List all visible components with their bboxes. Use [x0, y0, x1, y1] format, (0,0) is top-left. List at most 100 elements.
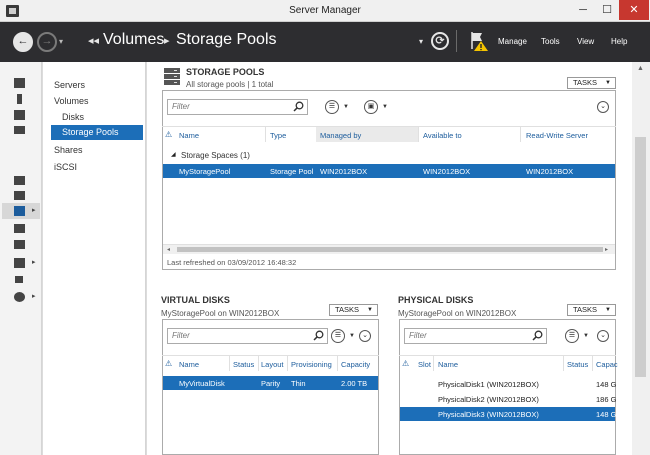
pdisk-capacity-cell: 148 G — [596, 380, 617, 389]
horizontal-scroll-thumb[interactable] — [177, 247, 603, 252]
column-separator — [563, 356, 564, 371]
tree-item-storage-pools[interactable]: Storage Pools — [51, 125, 143, 140]
search-icon[interactable] — [293, 101, 304, 112]
column-slot[interactable]: Slot — [418, 360, 431, 369]
menu-tools[interactable]: Tools — [541, 37, 560, 46]
filter-criteria-icon[interactable]: ☰ — [565, 329, 579, 343]
virtual-disks-title: VIRTUAL DISKS — [161, 295, 230, 305]
column-status[interactable]: Status — [567, 360, 588, 369]
tree-item-servers[interactable]: Servers — [54, 78, 85, 93]
scroll-left-icon[interactable]: ◂ — [167, 246, 170, 253]
menu-help[interactable]: Help — [611, 37, 627, 46]
column-name[interactable]: Name — [438, 360, 458, 369]
expand-arrow-icon[interactable]: ▸ — [32, 292, 36, 300]
minimize-button[interactable]: ─ — [571, 0, 595, 20]
warning-column-icon: ⚠ — [165, 130, 173, 139]
tasks-dropdown-icon: ▼ — [605, 307, 611, 313]
print-services-icon[interactable] — [14, 240, 25, 249]
tree-item-iscsi[interactable]: iSCSI — [54, 160, 77, 175]
tree-item-volumes[interactable]: Volumes — [54, 94, 89, 109]
dns-icon[interactable] — [14, 191, 25, 200]
warning-column-icon: ⚠ — [402, 359, 410, 368]
column-layout[interactable]: Layout — [261, 360, 284, 369]
storage-pools-tasks-button[interactable]: TASKS ▼ — [567, 77, 616, 89]
filter-criteria-icon[interactable]: ☰ — [325, 100, 339, 114]
expand-collapse-icon[interactable]: ⌄ — [597, 330, 609, 342]
tree-item-disks[interactable]: Disks — [62, 110, 84, 125]
remote-access-icon[interactable] — [14, 258, 25, 268]
save-query-icon[interactable]: ▣ — [364, 100, 378, 114]
virtual-disks-tasks-button[interactable]: TASKS ▼ — [329, 304, 378, 316]
expand-collapse-icon[interactable]: ⌄ — [359, 330, 371, 342]
notifications-flag-warning-icon[interactable] — [468, 30, 490, 52]
pdisk-name-cell[interactable]: PhysicalDisk2 (WIN2012BOX) — [438, 395, 539, 404]
scroll-up-icon[interactable]: ▲ — [637, 65, 644, 72]
scroll-right-icon[interactable]: ▸ — [605, 246, 608, 253]
column-name[interactable]: Name — [179, 131, 199, 140]
pdisk-name-cell[interactable]: PhysicalDisk1 (WIN2012BOX) — [438, 380, 539, 389]
vdisk-layout-cell: Parity — [261, 379, 281, 388]
local-server-icon[interactable] — [17, 94, 22, 104]
breadcrumb-volumes[interactable]: Volumes — [103, 31, 164, 49]
menu-view[interactable]: View — [577, 37, 594, 46]
column-managed-by[interactable]: Managed by — [320, 131, 361, 140]
group-storage-spaces[interactable]: Storage Spaces (1) — [181, 151, 250, 160]
column-capacity[interactable]: Capac — [596, 360, 618, 369]
column-separator — [520, 127, 521, 142]
dashboard-icon[interactable] — [14, 78, 25, 88]
dhcp-icon[interactable] — [14, 176, 25, 185]
tree-item-shares[interactable]: Shares — [54, 143, 83, 158]
forward-button[interactable]: → — [37, 32, 57, 52]
column-separator — [258, 356, 259, 371]
main-vertical-scrollbar[interactable]: ▲ — [632, 62, 650, 455]
back-button[interactable]: ← — [13, 32, 33, 52]
maximize-button[interactable]: ☐ — [595, 0, 619, 20]
pdisk-name-cell: PhysicalDisk3 (WIN2012BOX) — [438, 410, 539, 419]
filter-criteria-dropdown-icon[interactable]: ▼ — [583, 333, 589, 339]
filter-criteria-dropdown-icon[interactable]: ▼ — [343, 104, 349, 110]
all-servers-icon[interactable] — [14, 110, 25, 120]
save-query-dropdown-icon[interactable]: ▼ — [382, 104, 388, 110]
filter-criteria-icon[interactable]: ☰ — [331, 329, 345, 343]
icon-rail: ▸ ▸ ▸ — [0, 62, 42, 455]
file-storage-services-icon[interactable] — [14, 206, 25, 216]
pdisk-capacity-cell: 186 G — [596, 395, 617, 404]
title-bar: Server Manager ─ ☐ ✕ — [0, 0, 650, 22]
column-available-to[interactable]: Available to — [423, 131, 462, 140]
refresh-dropdown-icon[interactable]: ▾ — [419, 37, 423, 46]
expand-collapse-icon[interactable]: ⌄ — [597, 101, 609, 113]
physical-disks-tasks-button[interactable]: TASKS ▼ — [567, 304, 616, 316]
column-type[interactable]: Type — [270, 131, 286, 140]
column-separator — [287, 356, 288, 371]
ad-ds-icon[interactable] — [14, 126, 25, 134]
hyper-v-icon[interactable] — [14, 292, 25, 302]
nav-history-dropdown-icon[interactable]: ▾ — [59, 37, 63, 46]
expand-arrow-icon[interactable]: ▸ — [32, 206, 36, 214]
column-separator — [229, 356, 230, 371]
wsus-icon[interactable] — [15, 276, 23, 283]
vdisk-capacity-cell: 2.00 TB — [341, 379, 368, 388]
refresh-button[interactable]: ⟳ — [431, 32, 449, 50]
group-collapse-icon[interactable]: ◢ — [171, 151, 176, 158]
pool-rw-server-cell: WIN2012BOX — [526, 167, 574, 176]
column-status[interactable]: Status — [233, 360, 254, 369]
horizontal-scrollbar[interactable]: ◂ ▸ — [163, 244, 615, 254]
vertical-scroll-thumb[interactable] — [635, 137, 646, 377]
filter-criteria-dropdown-icon[interactable]: ▼ — [349, 333, 355, 339]
column-name[interactable]: Name — [179, 360, 199, 369]
column-read-write-server[interactable]: Read-Write Server — [526, 131, 588, 140]
window-title: Server Manager — [289, 5, 361, 16]
column-capacity[interactable]: Capacity — [341, 360, 370, 369]
physical-disks-filter-input[interactable]: Filter — [404, 328, 547, 344]
column-provisioning[interactable]: Provisioning — [291, 360, 332, 369]
storage-pools-subtitle: All storage pools | 1 total — [186, 80, 274, 89]
iis-icon[interactable] — [14, 224, 25, 233]
search-icon[interactable] — [532, 330, 543, 341]
expand-arrow-icon[interactable]: ▸ — [32, 258, 36, 266]
storage-pools-filter-input[interactable]: Filter — [167, 99, 308, 115]
search-icon[interactable] — [313, 330, 324, 341]
vdisk-provisioning-cell: Thin — [291, 379, 306, 388]
virtual-disks-filter-input[interactable]: Filter — [167, 328, 328, 344]
menu-manage[interactable]: Manage — [498, 37, 527, 46]
close-button[interactable]: ✕ — [619, 0, 649, 20]
